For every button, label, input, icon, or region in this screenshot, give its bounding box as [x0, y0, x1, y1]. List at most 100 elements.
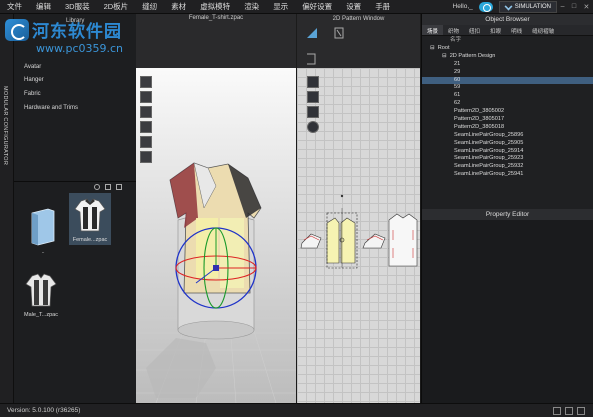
tree-item[interactable]: 21 [422, 61, 593, 69]
user-greeting[interactable]: Hello,_ [453, 3, 473, 10]
simulation-chevron-icon [504, 2, 513, 11]
object-browser-tab[interactable]: 纽扣 [464, 25, 485, 35]
tree-item[interactable]: SeamLinePairGroup_25941 [422, 171, 593, 179]
menu-item[interactable]: 手册 [368, 1, 397, 12]
object-browser-panel: Object Browser 场景 织物 纽扣 扣眼 明线 缝纫褶皱 名字 ⊟ Root ⊟ 2… [421, 14, 593, 209]
property-editor-title: Property Editor [422, 209, 593, 220]
menu-item[interactable]: 显示 [266, 1, 295, 12]
close-icon[interactable]: ✕ [583, 3, 589, 11]
object-browser-tab[interactable]: 织物 [443, 25, 464, 35]
object-browser-column-name[interactable]: 名字 [422, 36, 593, 45]
layout-grid-icon[interactable] [577, 407, 585, 415]
library-category-hardware[interactable]: Hardware and Trims [24, 105, 78, 111]
object-browser-tab[interactable]: 缝纫褶皱 [527, 25, 559, 35]
maximize-icon[interactable]: □ [572, 3, 576, 11]
transform-pattern-icon[interactable] [307, 76, 319, 88]
menu-item[interactable]: 文件 [0, 1, 29, 12]
tree-item[interactable]: SeamLinePairGroup_25932 [422, 163, 593, 171]
tree-item[interactable]: Pattern2D_3805018 [422, 124, 593, 132]
minimize-icon[interactable]: – [561, 3, 565, 11]
tree-item[interactable]: 62 [422, 100, 593, 108]
fabric-sphere-icon[interactable] [307, 121, 319, 133]
object-browser-tabs: 场景 织物 纽扣 扣眼 明线 缝纫褶皱 [422, 25, 593, 36]
texture-edit-icon[interactable] [307, 106, 319, 118]
object-browser-tab[interactable]: 明线 [506, 25, 527, 35]
library-divider [14, 181, 136, 182]
layout-split-icon[interactable] [565, 407, 573, 415]
tree-item-label: SeamLinePairGroup_25932 [454, 163, 524, 170]
tree-item-label: 2D Pattern Design [449, 52, 496, 59]
tree-item-label: SeamLinePairGroup_25896 [454, 131, 524, 138]
clo-logo-icon [478, 1, 493, 12]
library-item-parent-folder[interactable]: .. [24, 207, 62, 255]
tree-item-label: Pattern2D_3805018 [454, 123, 505, 130]
select-mesh-tool-icon[interactable] [140, 76, 152, 88]
watermark-text: 河东软件园 [32, 22, 122, 42]
3d-viewport[interactable] [136, 68, 296, 403]
folder-add-icon[interactable] [116, 184, 122, 190]
tree-item-label: Pattern2D_3805017 [454, 116, 505, 123]
menu-item[interactable]: 素材 [164, 1, 193, 12]
tree-expand-icon[interactable]: ⊟ [430, 45, 435, 51]
move-tool-icon[interactable] [140, 91, 152, 103]
edit-pattern-icon[interactable] [307, 91, 319, 103]
modular-configurator-label[interactable]: MODULAR CONFIGURATOR [2, 86, 8, 165]
tree-item[interactable]: SeamLinePairGroup_25905 [422, 140, 593, 148]
tree-item[interactable]: SeamLinePairGroup_25914 [422, 148, 593, 156]
2d-pattern-window[interactable]: 2D Pattern Window [297, 14, 420, 403]
menu-item[interactable]: 偏好设置 [295, 1, 339, 12]
menu-item[interactable]: 渲染 [237, 1, 266, 12]
tree-item-label: SeamLinePairGroup_25941 [454, 171, 524, 178]
library-item-female-tshirt[interactable]: Female...zpac [69, 193, 111, 245]
tack-tool-icon[interactable] [140, 121, 152, 133]
library-item-caption: .. [41, 249, 45, 255]
pin-tool-icon[interactable] [140, 106, 152, 118]
3d-window-title: Female_T-shirt.zpac [136, 14, 296, 22]
property-editor-panel: Property Editor [421, 209, 593, 403]
simulation-mode-button[interactable]: SIMULATION [498, 0, 557, 13]
object-browser-tab[interactable]: 扣眼 [485, 25, 506, 35]
simulation-label: SIMULATION [514, 3, 551, 10]
tree-item-label: 59 [454, 84, 461, 91]
library-category-avatar[interactable]: Avatar [24, 64, 41, 70]
tree-item[interactable]: 59 [422, 84, 593, 92]
menu-item[interactable]: 虚拟模特 [193, 1, 237, 12]
library-item-male-tshirt[interactable]: Male_T...zpac [22, 270, 60, 318]
version-label: Version: 5.0.100 (r36265) [7, 407, 81, 414]
tree-item[interactable]: SeamLinePairGroup_25896 [422, 132, 593, 140]
layout-single-icon[interactable] [553, 407, 561, 415]
tree-item[interactable]: 29 [422, 69, 593, 77]
status-icons [553, 407, 585, 415]
menu-item[interactable]: 2D板片 [97, 1, 136, 12]
menu-item[interactable]: 编辑 [29, 1, 58, 12]
tree-expand-icon[interactable]: ⊟ [442, 53, 447, 59]
search-icon[interactable] [94, 184, 100, 190]
tree-item[interactable]: Pattern2D_3805002 [422, 108, 593, 116]
fold-tool-icon[interactable] [140, 136, 152, 148]
menu-item[interactable]: 3D服装 [58, 1, 97, 12]
tree-item-label: Root [437, 45, 450, 51]
tree-item[interactable]: ⊟ 2D Pattern Design [422, 53, 593, 61]
refresh-icon[interactable] [105, 184, 111, 190]
menu-items: 文件 编辑 3D服装 2D板片 缝纫 素材 虚拟模特 渲染 显示 偏好设置 设置 手册 [0, 1, 397, 12]
tree-item[interactable]: 60 [422, 76, 593, 85]
library-category-fabric[interactable]: Fabric [24, 91, 41, 97]
avatar-tool-icon[interactable] [140, 151, 152, 163]
tree-item-label: Pattern2D_3805002 [454, 108, 505, 115]
menu-item[interactable]: 设置 [339, 1, 368, 12]
tree-item[interactable]: ⊟ Root [422, 45, 593, 53]
tree-item[interactable]: 61 [422, 92, 593, 100]
3d-garment-window[interactable]: Female_T-shirt.zpac [136, 14, 296, 403]
menu-item[interactable]: 缝纫 [135, 1, 164, 12]
tree-item[interactable]: Pattern2D_3805017 [422, 116, 593, 124]
2d-window-title: 2D Pattern Window [332, 16, 385, 22]
tshirt-thumbnail-icon [22, 270, 60, 310]
watermark-url: www.pc0359.cn [36, 42, 124, 55]
library-category-hanger[interactable]: Hanger [24, 77, 44, 83]
modular-configurator-sidebar[interactable]: MODULAR CONFIGURATOR [0, 14, 14, 403]
tree-item[interactable]: SeamLinePairGroup_25923 [422, 155, 593, 163]
library-toolbar [94, 184, 122, 190]
object-browser-tab[interactable]: 场景 [422, 25, 444, 35]
tree-item-label: SeamLinePairGroup_25923 [454, 155, 524, 162]
menu-bar: 文件 编辑 3D服装 2D板片 缝纫 素材 虚拟模特 渲染 显示 偏好设置 设置 手册 Hello,_… [0, 0, 593, 14]
